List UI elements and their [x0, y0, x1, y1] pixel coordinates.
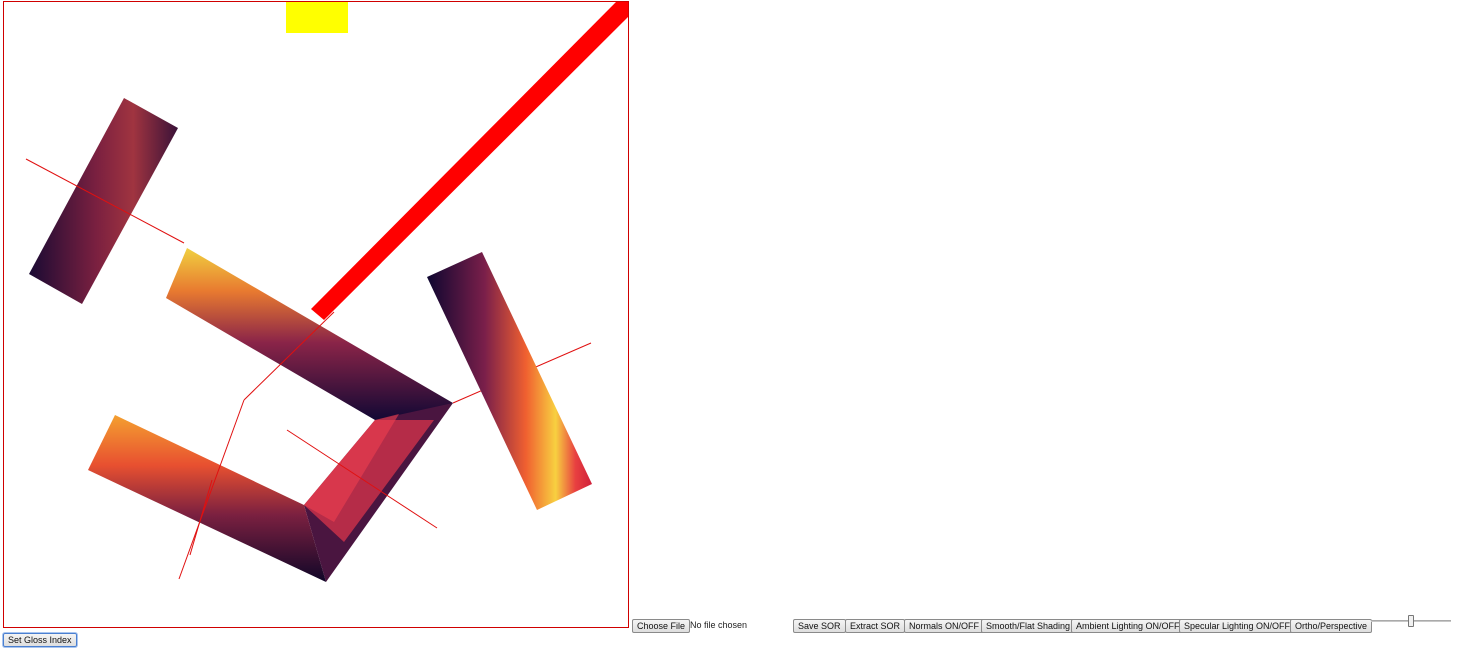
- right-tube-mesh: [427, 252, 592, 510]
- webgl-canvas[interactable]: [3, 1, 629, 628]
- choose-file-button[interactable]: Choose File: [632, 619, 691, 633]
- shading-toggle-button[interactable]: Smooth/Flat Shading: [981, 619, 1076, 633]
- ambient-lighting-toggle-button[interactable]: Ambient Lighting ON/OFF: [1071, 619, 1185, 633]
- scene-svg: [25, 2, 628, 582]
- extract-sor-button[interactable]: Extract SOR: [845, 619, 906, 633]
- gloss-slider-thumb[interactable]: [1408, 615, 1414, 627]
- gloss-slider[interactable]: [1371, 614, 1451, 628]
- normals-toggle-button[interactable]: Normals ON/OFF: [904, 619, 985, 633]
- left-tube-mesh: [25, 98, 185, 304]
- light-source-marker: [286, 2, 348, 33]
- projection-toggle-button[interactable]: Ortho/Perspective: [1290, 619, 1373, 633]
- save-sor-button[interactable]: Save SOR: [793, 619, 846, 633]
- specular-lighting-toggle-button[interactable]: Specular Lighting ON/OFF: [1179, 619, 1296, 633]
- set-gloss-index-button[interactable]: Set Gloss Index: [3, 633, 77, 647]
- file-status-text: No file chosen: [690, 620, 748, 630]
